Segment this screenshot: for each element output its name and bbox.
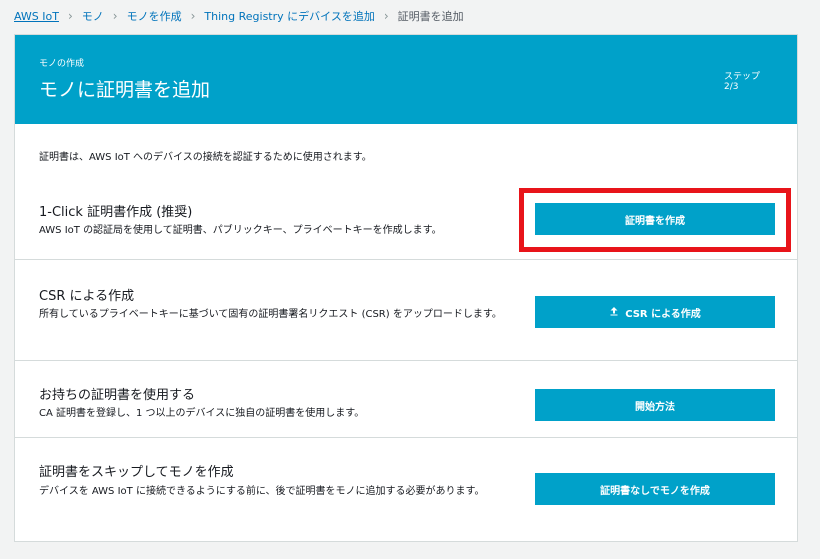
option-description: 所有しているプライベートキーに基づいて固有の証明書署名リクエスト (CSR) を…	[39, 309, 502, 320]
wizard-subtitle: モノの作成	[39, 59, 85, 69]
button-label: CSR による作成	[625, 308, 701, 320]
breadcrumb-thing-registry[interactable]: Thing Registry にデバイスを追加	[204, 8, 374, 24]
breadcrumb: AWS IoT › モノ › モノを作成 › Thing Registry にデ…	[14, 8, 464, 24]
breadcrumb-separator: ›	[383, 9, 389, 23]
option-title: 1-Click 証明書作成 (推奨)	[39, 205, 193, 220]
breadcrumb-separator: ›	[190, 9, 196, 23]
add-certificate-card: モノの作成 モノに証明書を追加 ステップ 2/3 証明書は、AWS IoT への…	[14, 34, 798, 542]
breadcrumb-current: 証明書を追加	[397, 10, 464, 23]
button-label: 証明書を作成	[625, 215, 685, 227]
option-description: デバイスを AWS IoT に接続できるようにする前に、後で証明書をモノに追加す…	[39, 486, 485, 497]
breadcrumb-separator: ›	[112, 9, 118, 23]
button-label: 証明書なしでモノを作成	[600, 485, 710, 497]
breadcrumb-create-thing[interactable]: モノを作成	[127, 8, 182, 24]
upload-icon	[609, 306, 619, 319]
create-without-certificate-button[interactable]: 証明書なしでモノを作成	[535, 473, 775, 505]
option-title: CSR による作成	[39, 289, 135, 304]
option-title: 証明書をスキップしてモノを作成	[39, 465, 234, 480]
breadcrumb-separator: ›	[67, 9, 73, 23]
page-title: モノに証明書を追加	[39, 79, 211, 101]
create-certificate-button[interactable]: 証明書を作成	[535, 203, 775, 235]
option-csr: CSR による作成 所有しているプライベートキーに基づいて固有の証明書署名リクエ…	[15, 260, 797, 361]
create-with-csr-button[interactable]: CSR による作成	[535, 296, 775, 328]
option-one-click: 1-Click 証明書作成 (推奨) AWS IoT の認証局を使用して証明書、…	[15, 165, 797, 260]
intro-text: 証明書は、AWS IoT へのデバイスの接続を認証するために使用されます。	[39, 152, 372, 163]
breadcrumb-things[interactable]: モノ	[82, 8, 104, 24]
get-started-button[interactable]: 開始方法	[535, 389, 775, 421]
step-count: 2/3	[724, 82, 739, 92]
option-own-certificate: お持ちの証明書を使用する CA 証明書を登録し、1 つ以上のデバイスに独自の証明…	[15, 361, 797, 438]
button-label: 開始方法	[635, 401, 675, 413]
option-description: CA 証明書を登録し、1 つ以上のデバイスに独自の証明書を使用します。	[39, 408, 365, 419]
option-description: AWS IoT の認証局を使用して証明書、パブリックキー、プライベートキーを作成…	[39, 225, 442, 236]
breadcrumb-aws-iot[interactable]: AWS IoT	[14, 10, 59, 23]
step-label: ステップ	[724, 72, 761, 82]
option-skip-certificate: 証明書をスキップしてモノを作成 デバイスを AWS IoT に接続できるようにす…	[15, 438, 797, 542]
option-title: お持ちの証明書を使用する	[39, 388, 196, 403]
wizard-header: モノの作成 モノに証明書を追加 ステップ 2/3	[15, 35, 797, 124]
